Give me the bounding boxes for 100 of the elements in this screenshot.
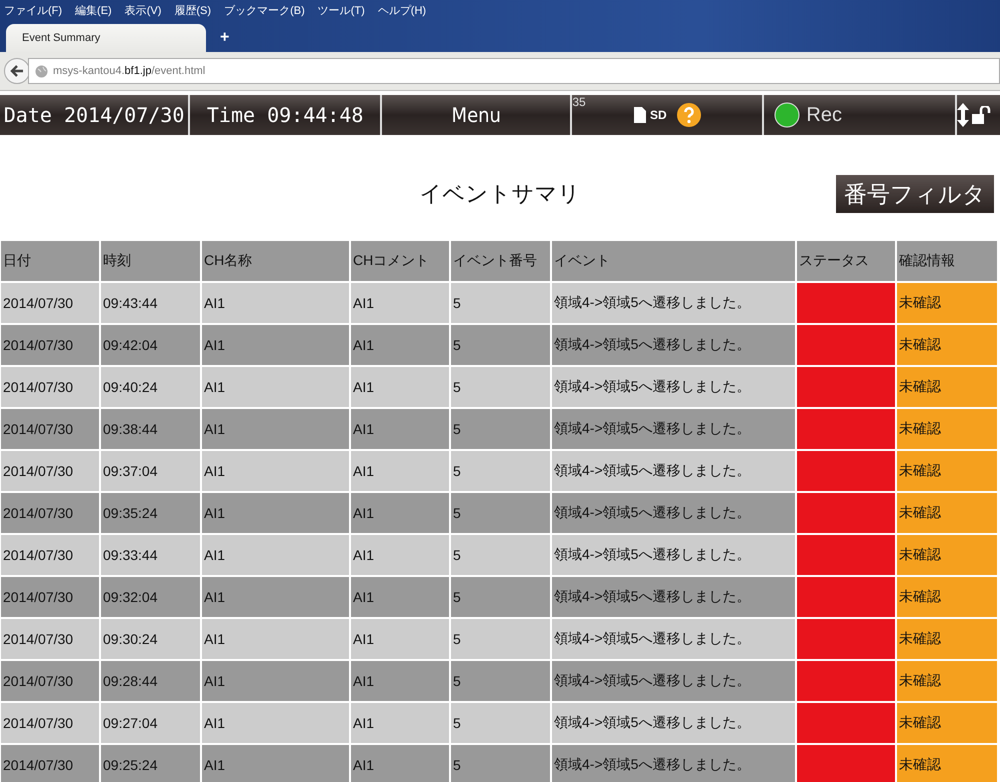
date-cell: 2014/07/30 [1,703,99,743]
event-cell: 領域4->領域5へ遷移しました。 [552,283,795,323]
channel-name-cell: AI1 [202,451,349,491]
event-cell: 領域4->領域5へ遷移しました。 [552,451,795,491]
channel-name-cell: AI1 [202,409,349,449]
event-number-cell: 5 [451,577,550,617]
column-header: CH名称 [202,241,349,281]
confirmation-cell: 未確認 [897,283,997,323]
event-cell: 領域4->領域5へ遷移しました。 [552,745,795,782]
event-number-cell: 5 [451,367,550,407]
event-number-cell: 5 [451,661,550,701]
new-tab-button[interactable]: + [220,29,230,47]
confirmation-cell: 未確認 [897,577,997,617]
menu-item[interactable]: ヘルプ(H) [378,2,426,18]
date-cell: 2014/07/30 [1,619,99,659]
channel-name-cell: AI1 [202,535,349,575]
channel-comment-cell: AI1 [351,703,449,743]
time-cell: 09:25:24 [101,745,200,782]
confirmation-cell: 未確認 [897,451,997,491]
column-header: イベント番号 [451,241,550,281]
confirmation-cell: 未確認 [897,619,997,659]
confirmation-cell: 未確認 [897,409,997,449]
column-header: CHコメント [351,241,449,281]
channel-comment-cell: AI1 [351,745,449,782]
date-cell: 2014/07/30 [1,493,99,533]
channel-comment-cell: AI1 [351,577,449,617]
address-field[interactable]: msys-kantou4.bf1.jp/event.html [28,58,1000,84]
time-cell: 09:30:24 [101,619,200,659]
date-cell: 2014/07/30 [1,577,99,617]
menu-item[interactable]: ファイル(F) [4,2,62,18]
channel-name-cell: AI1 [202,493,349,533]
column-header: 日付 [1,241,99,281]
url-text: msys-kantou4.bf1.jp/event.html [53,65,206,77]
confirmation-cell: 未確認 [897,535,997,575]
browser-tab[interactable]: Event Summary [6,24,206,52]
event-cell: 領域4->領域5へ遷移しました。 [552,619,795,659]
column-header: ステータス [797,241,895,281]
event-cell: 領域4->領域5へ遷移しました。 [552,325,795,365]
date-cell: 2014/07/30 [1,367,99,407]
event-number-cell: 5 [451,535,550,575]
unlocked-padlock-icon[interactable] [972,106,992,124]
date-cell: 2014/07/30 [1,451,99,491]
sd-card-icon [634,107,646,123]
event-cell: 領域4->領域5へ遷移しました。 [552,703,795,743]
time-cell: 09:28:44 [101,661,200,701]
confirmation-cell: 未確認 [897,745,997,782]
event-number-cell: 5 [451,493,550,533]
confirmation-cell: 未確認 [897,325,997,365]
column-header: 時刻 [101,241,200,281]
channel-comment-cell: AI1 [351,493,449,533]
menu-item[interactable]: 表示(V) [124,2,162,18]
event-cell: 領域4->領域5へ遷移しました。 [552,367,795,407]
back-button[interactable] [4,58,30,84]
date-cell: 2014/07/30 [1,283,99,323]
channel-comment-cell: AI1 [351,409,449,449]
time-cell: 09:32:04 [101,577,200,617]
event-number-cell: 5 [451,409,550,449]
date-cell: 2014/07/30 [1,661,99,701]
menu-item[interactable]: 履歴(S) [174,2,212,18]
help-icon[interactable] [676,103,701,127]
channel-name-cell: AI1 [202,661,349,701]
confirmation-cell: 未確認 [897,661,997,701]
date-cell: 2014/07/30 [1,535,99,575]
time-cell: 09:40:24 [101,367,200,407]
counter-text: 35 [572,95,586,109]
vertical-arrows-icon[interactable] [957,103,969,127]
confirmation-cell: 未確認 [897,703,997,743]
date-cell: 2014/07/30 [1,325,99,365]
globe-icon [35,64,48,78]
channel-comment-cell: AI1 [351,325,449,365]
number-filter-button[interactable]: 番号フィルタ [836,175,994,213]
channel-comment-cell: AI1 [351,367,449,407]
channel-comment-cell: AI1 [351,283,449,323]
rec-label: Rec [806,104,842,126]
page-title: イベントサマリ [420,180,580,208]
time-cell: 09:37:04 [101,451,200,491]
menu-item[interactable]: ブックマーク(B) [224,2,305,18]
event-number-cell: 5 [451,703,550,743]
channel-name-cell: AI1 [202,367,349,407]
time-cell: 09:38:44 [101,409,200,449]
menu-item[interactable]: ツール(T) [318,2,365,18]
channel-comment-cell: AI1 [351,619,449,659]
column-header: 確認情報 [897,241,997,281]
time-display: Time 09:44:48 [206,103,364,127]
date-cell: 2014/07/30 [1,409,99,449]
event-cell: 領域4->領域5へ遷移しました。 [552,577,795,617]
menu-item[interactable]: 編集(E) [75,2,112,18]
channel-comment-cell: AI1 [351,661,449,701]
channel-name-cell: AI1 [202,577,349,617]
time-cell: 09:42:04 [101,325,200,365]
channel-name-cell: AI1 [202,325,349,365]
event-number-cell: 5 [451,745,550,782]
date-display: Date 2014/07/30 [4,103,184,127]
menu-button[interactable]: Menu [382,95,572,135]
event-number-cell: 5 [451,283,550,323]
date-cell: 2014/07/30 [1,745,99,782]
channel-comment-cell: AI1 [351,535,449,575]
event-number-cell: 5 [451,451,550,491]
column-header: イベント [552,241,795,281]
time-cell: 09:43:44 [101,283,200,323]
